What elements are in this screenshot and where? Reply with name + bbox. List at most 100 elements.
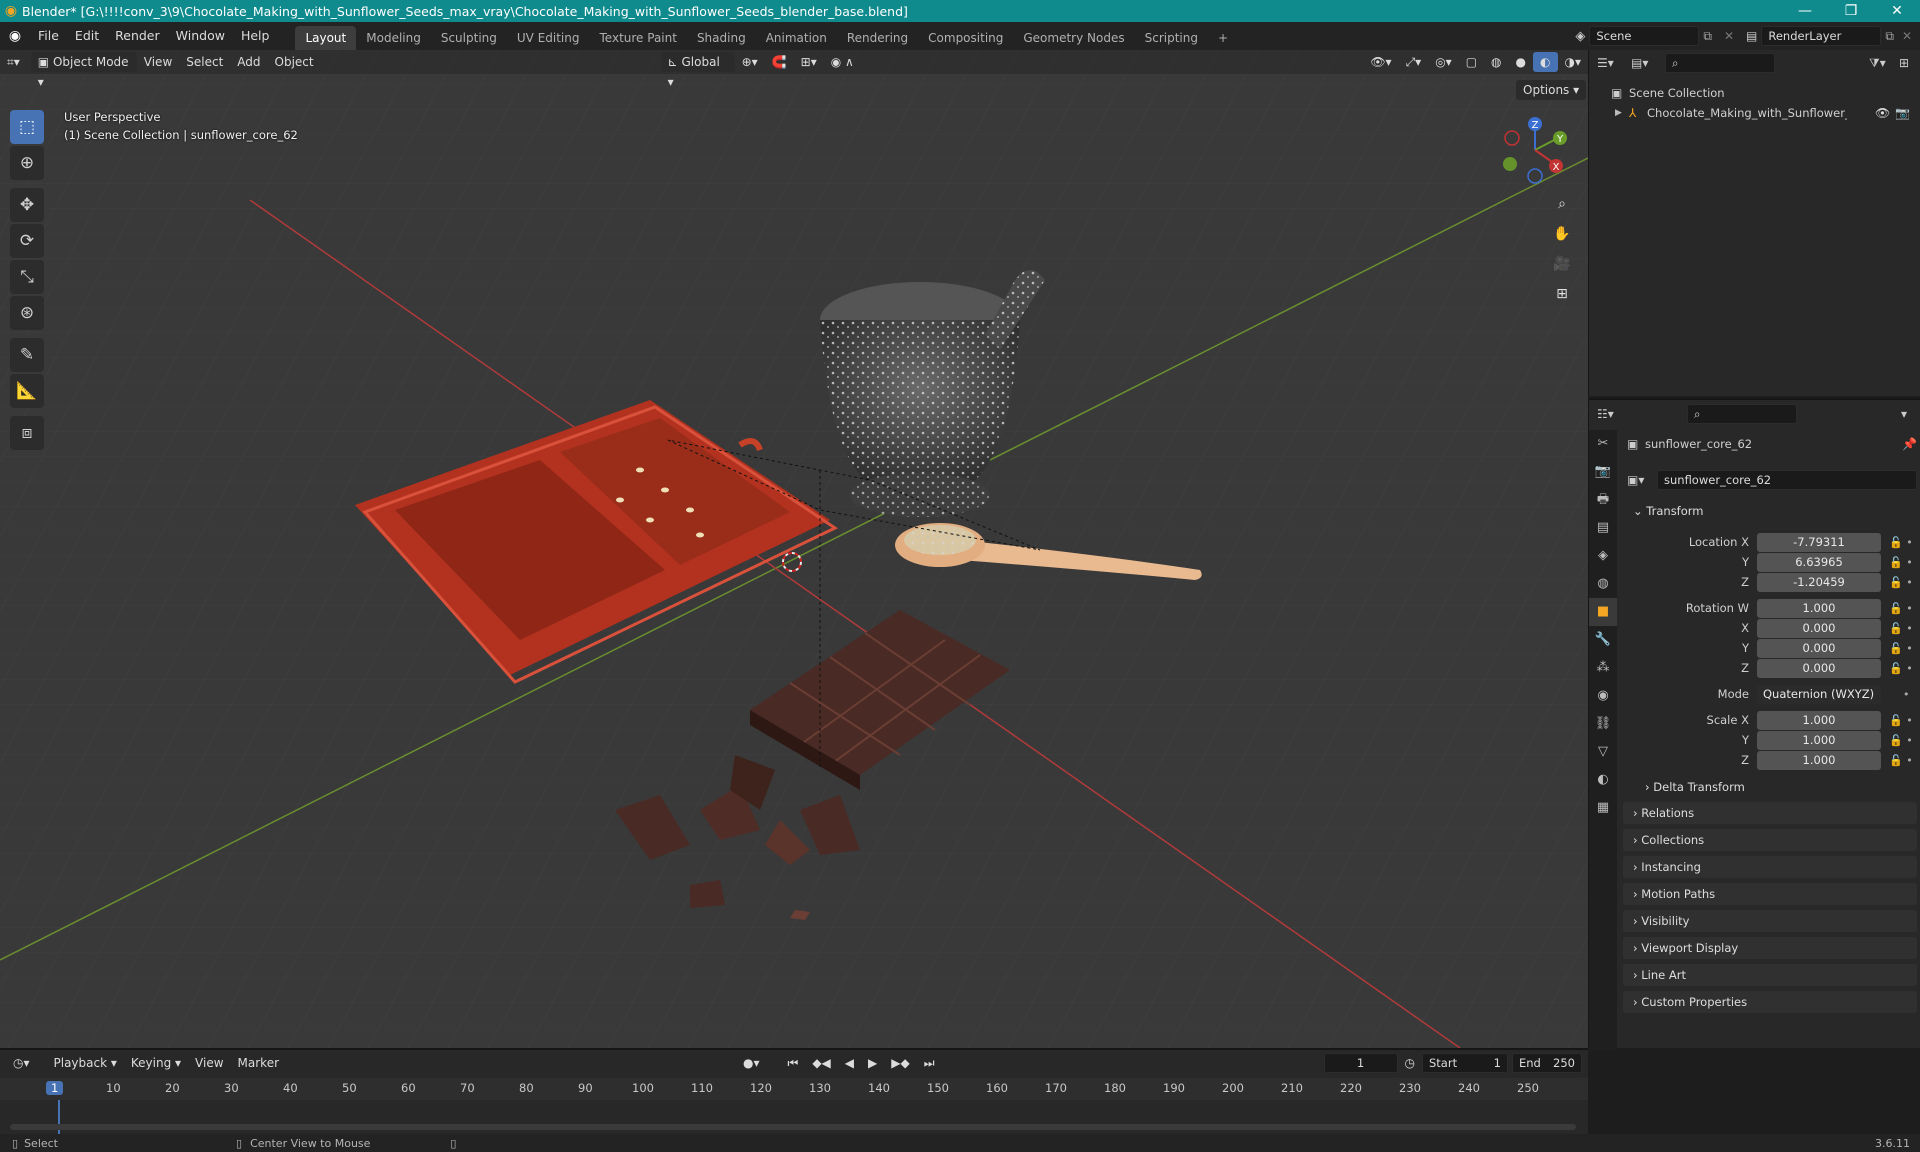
data-tab-icon[interactable]: ▽ [1589,738,1617,766]
transform-orientation-dropdown[interactable]: ⊾ Global ▾ [660,52,735,89]
rotation-x-field[interactable]: 0.000 [1757,618,1881,638]
add-workspace-button[interactable]: + [1208,26,1238,50]
timeline-ruler[interactable]: 1 10 20 30 40 50 60 70 80 90 100 110 120… [0,1078,1588,1100]
modifier-tab-icon[interactable]: 🔧 [1589,626,1617,654]
3d-viewport[interactable]: Z Y X ⌗▾ ▣ Object Mode ▾ View Select Add… [0,50,1588,1048]
rotation-y-field[interactable]: 0.000 [1757,638,1881,658]
tab-scripting[interactable]: Scripting [1135,26,1208,50]
menu-object[interactable]: Object [268,52,321,72]
menu-edit[interactable]: Edit [67,22,107,50]
tab-shading[interactable]: Shading [687,26,756,50]
outliner-editor-icon[interactable]: ☰▾ [1597,56,1631,70]
scale-z-field[interactable]: 1.000 [1757,750,1881,770]
delete-layer-icon[interactable]: ✕ [1898,29,1920,43]
scene-selector[interactable]: Scene [1589,26,1700,46]
new-collection-icon[interactable]: ⊞ [1899,56,1920,70]
render-tab-icon[interactable]: 📷 [1589,458,1617,486]
output-tab-icon[interactable]: 🖶 [1589,486,1617,514]
particles-tab-icon[interactable]: ⁂ [1589,654,1617,682]
rotation-z-field[interactable]: 0.000 [1757,658,1881,678]
minimize-button[interactable]: — [1782,3,1828,19]
tab-geometry-nodes[interactable]: Geometry Nodes [1013,26,1134,50]
close-button[interactable]: ✕ [1874,3,1920,19]
playhead-frame[interactable]: 1 [46,1081,64,1095]
object-name-field[interactable]: sunflower_core_62 [1657,470,1917,490]
prev-keyframe-icon[interactable]: ◆◀ [805,1053,837,1073]
display-mode-icon[interactable]: ▤▾ [1631,56,1665,70]
scene-tab-icon[interactable]: ◈ [1589,542,1617,570]
rendered-shading-icon[interactable]: ◑▾ [1558,52,1589,72]
snap-target-icon[interactable]: ⊞▾ [794,52,824,72]
pivot-point-icon[interactable]: ⊕▾ [735,52,765,72]
start-frame-field[interactable]: Start 1 [1422,1053,1508,1073]
menu-view[interactable]: View [137,52,179,72]
tab-uv-editing[interactable]: UV Editing [507,26,590,50]
object-tab-icon[interactable]: ■ [1589,598,1617,626]
gizmo-toggle-icon[interactable]: ⤢▾ [1399,52,1429,72]
play-reverse-icon[interactable]: ◀ [838,1053,861,1073]
transform-tool[interactable]: ⊛ [10,296,44,330]
location-y-field[interactable]: 6.63965 [1757,552,1881,572]
tab-rendering[interactable]: Rendering [837,26,918,50]
add-cube-tool[interactable]: ⧈ [10,416,44,450]
expand-arrow-icon[interactable]: ▶ [1615,108,1629,118]
preview-range-icon[interactable]: ◷ [1398,1053,1422,1073]
maximize-button[interactable]: ❐ [1828,3,1874,19]
location-z-field[interactable]: -1.20459 [1757,572,1881,592]
options-dropdown[interactable]: Options ▾ [1516,80,1587,100]
object-data-icon[interactable]: ▣▾ [1627,473,1657,487]
jump-start-icon[interactable]: ⏮ [781,1053,806,1073]
tab-sculpting[interactable]: Sculpting [431,26,507,50]
measure-tool[interactable]: 📐 [10,374,44,408]
blender-menu-icon[interactable]: ◉ [0,28,30,44]
tab-modeling[interactable]: Modeling [356,26,431,50]
timeline-view-menu[interactable]: View [188,1053,230,1073]
tool-tab-icon[interactable]: ✂ [1589,430,1617,458]
keying-menu[interactable]: Keying ▾ [124,1053,188,1073]
annotate-tool[interactable]: ✎ [10,338,44,372]
move-tool[interactable]: ✥ [10,188,44,222]
texture-tab-icon[interactable]: ▦ [1589,794,1617,822]
snap-icon[interactable]: 🧲 [765,52,794,72]
rotate-tool[interactable]: ⟳ [10,224,44,258]
tab-texture-paint[interactable]: Texture Paint [590,26,687,50]
line-art-panel-header[interactable]: › Line Art [1623,964,1917,986]
scale-y-field[interactable]: 1.000 [1757,730,1881,750]
scene-collection-label[interactable]: Scene Collection [1629,86,1725,100]
timeline-scrollbar[interactable] [10,1124,1576,1130]
overlay-toggle-icon[interactable]: ◎▾ [1428,52,1459,72]
editor-type-icon[interactable]: ⌗▾ [0,52,27,72]
tab-layout[interactable]: Layout [295,26,357,50]
current-frame-field[interactable]: 1 [1323,1053,1398,1073]
delta-transform-header[interactable]: › Delta Transform [1635,776,1917,798]
relations-panel-header[interactable]: › Relations [1623,802,1917,824]
wireframe-shading-icon[interactable]: ◍ [1484,52,1508,72]
timeline-editor-icon[interactable]: ◷▾ [6,1053,37,1073]
viewport-scene[interactable]: Z Y X [0,50,1588,1048]
playback-menu[interactable]: Playback ▾ [47,1053,124,1073]
lock-icon[interactable]: 🔓 • [1881,662,1919,675]
zoom-icon[interactable]: ⌕ [1550,192,1574,216]
next-keyframe-icon[interactable]: ▶◆ [884,1053,916,1073]
pan-hand-icon[interactable]: ✋ [1550,222,1574,246]
chevron-down-icon[interactable]: ▾ [1901,407,1920,421]
jump-end-icon[interactable]: ⏭ [917,1053,942,1073]
rotation-w-field[interactable]: 1.000 [1757,598,1881,618]
properties-search-input[interactable]: ⌕ [1687,404,1797,424]
visibility-icon[interactable]: 👁▾ [1363,52,1398,72]
lock-icon[interactable]: 🔓 • [1881,622,1919,635]
play-icon[interactable]: ▶ [861,1053,884,1073]
perspective-grid-icon[interactable]: ⊞ [1550,282,1574,306]
new-layer-icon[interactable]: ⧉ [1881,29,1898,44]
motion-paths-panel-header[interactable]: › Motion Paths [1623,883,1917,905]
end-frame-field[interactable]: End 250 [1512,1053,1582,1073]
select-box-tool[interactable]: ⬚ [10,110,44,144]
animate-dot-icon[interactable]: • [1881,688,1919,701]
visibility-panel-header[interactable]: › Visibility [1623,910,1917,932]
cursor-tool[interactable]: ⊕ [10,146,44,180]
lock-icon[interactable]: 🔓 • [1881,714,1919,727]
properties-editor-icon[interactable]: ☷▾ [1597,407,1687,421]
marker-menu[interactable]: Marker [231,1053,286,1073]
menu-render[interactable]: Render [107,22,168,50]
render-camera-icon[interactable]: 📷 [1895,106,1915,120]
